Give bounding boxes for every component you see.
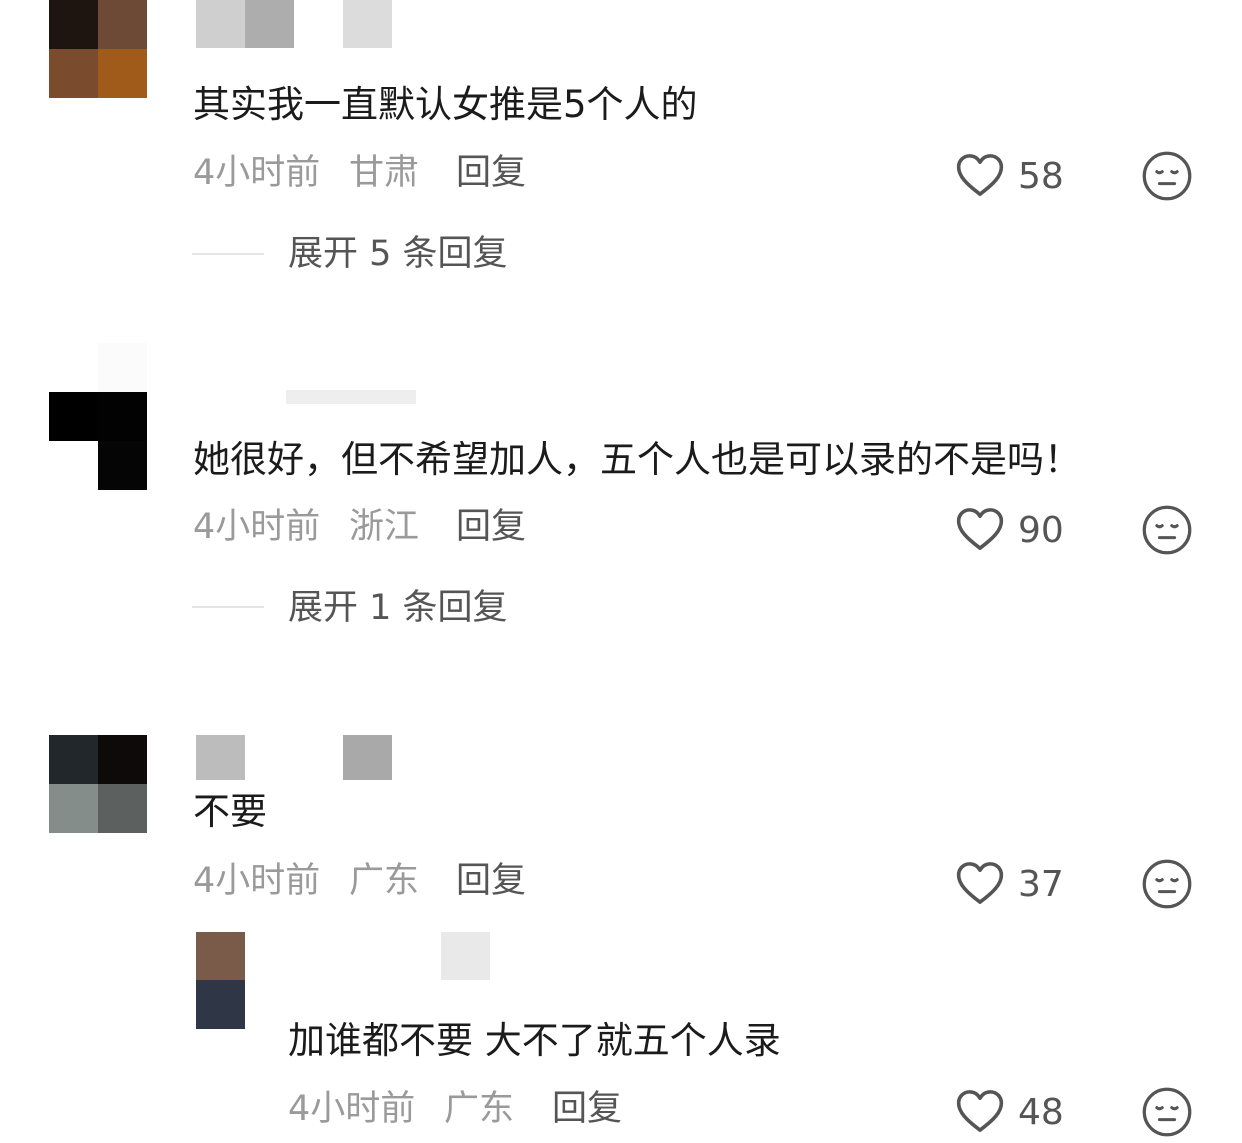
avatar-tile bbox=[49, 784, 98, 833]
dislike-face-icon[interactable] bbox=[1141, 150, 1193, 202]
comment-time: 4小时前 bbox=[193, 861, 321, 901]
like-count: 90 bbox=[1018, 510, 1064, 551]
dislike-face-icon[interactable] bbox=[1141, 1086, 1193, 1138]
comment-text: 其实我一直默认女推是5个人的 bbox=[193, 83, 698, 126]
reply-time: 4小时前 bbox=[288, 1089, 416, 1129]
dislike-face-icon[interactable] bbox=[1141, 504, 1193, 556]
avatar-tile bbox=[49, 0, 98, 49]
expand-replies-button[interactable]: 展开 1 条回复 bbox=[288, 591, 508, 626]
like-count: 58 bbox=[1018, 156, 1064, 197]
comment-text: 不要 bbox=[193, 790, 267, 833]
comment-text: 她很好，但不希望加人，五个人也是可以录的不是吗！ bbox=[193, 438, 1081, 481]
username-pixelated[interactable] bbox=[441, 932, 490, 980]
avatar-tile bbox=[49, 735, 98, 784]
heart-icon[interactable] bbox=[953, 148, 1007, 202]
like-count: 48 bbox=[1018, 1092, 1064, 1133]
like-count: 37 bbox=[1018, 864, 1064, 905]
avatar[interactable] bbox=[49, 735, 147, 833]
reply-button[interactable]: 回复 bbox=[456, 510, 526, 545]
comment-location: 广东 bbox=[349, 861, 420, 901]
avatar-tile bbox=[98, 784, 147, 833]
username-tile bbox=[343, 0, 392, 48]
username-tile bbox=[343, 735, 392, 780]
heart-icon[interactable] bbox=[953, 1084, 1007, 1138]
reply-button[interactable]: 回复 bbox=[552, 1092, 622, 1127]
heart-icon[interactable] bbox=[953, 502, 1007, 556]
avatar-tile bbox=[49, 392, 98, 441]
avatar-tile bbox=[196, 932, 245, 980]
username-tile bbox=[441, 932, 490, 980]
avatar-tile bbox=[196, 980, 245, 1029]
dislike-face-icon[interactable] bbox=[1141, 858, 1193, 910]
reply-button[interactable]: 回复 bbox=[456, 156, 526, 191]
avatar-tile bbox=[49, 49, 98, 98]
avatar-tile bbox=[98, 441, 147, 490]
reply-button[interactable]: 回复 bbox=[456, 864, 526, 899]
divider-line bbox=[192, 253, 264, 255]
avatar[interactable] bbox=[49, 0, 147, 98]
username-pixelated[interactable] bbox=[196, 735, 392, 780]
divider-line bbox=[192, 606, 264, 608]
avatar[interactable] bbox=[49, 343, 147, 490]
comment-time: 4小时前 bbox=[193, 153, 321, 193]
avatar-tile bbox=[98, 392, 147, 441]
comment-location: 甘肃 bbox=[349, 153, 420, 193]
username-tile bbox=[245, 0, 294, 48]
username-tile bbox=[196, 0, 245, 48]
username-pixelated[interactable] bbox=[196, 390, 426, 410]
username-tile bbox=[196, 735, 245, 780]
comment-location: 浙江 bbox=[349, 507, 420, 547]
heart-icon[interactable] bbox=[953, 856, 1007, 910]
username-tile bbox=[286, 390, 416, 404]
reply-location: 广东 bbox=[444, 1089, 515, 1129]
comment-time: 4小时前 bbox=[193, 507, 321, 547]
avatar-tile bbox=[98, 343, 147, 392]
avatar-tile bbox=[98, 49, 147, 98]
username-pixelated[interactable] bbox=[196, 0, 392, 48]
avatar[interactable] bbox=[196, 932, 245, 1029]
expand-replies-button[interactable]: 展开 5 条回复 bbox=[288, 237, 508, 272]
avatar-tile bbox=[98, 735, 147, 784]
reply-text: 加谁都不要 大不了就五个人录 bbox=[288, 1019, 781, 1062]
avatar-tile bbox=[98, 0, 147, 49]
